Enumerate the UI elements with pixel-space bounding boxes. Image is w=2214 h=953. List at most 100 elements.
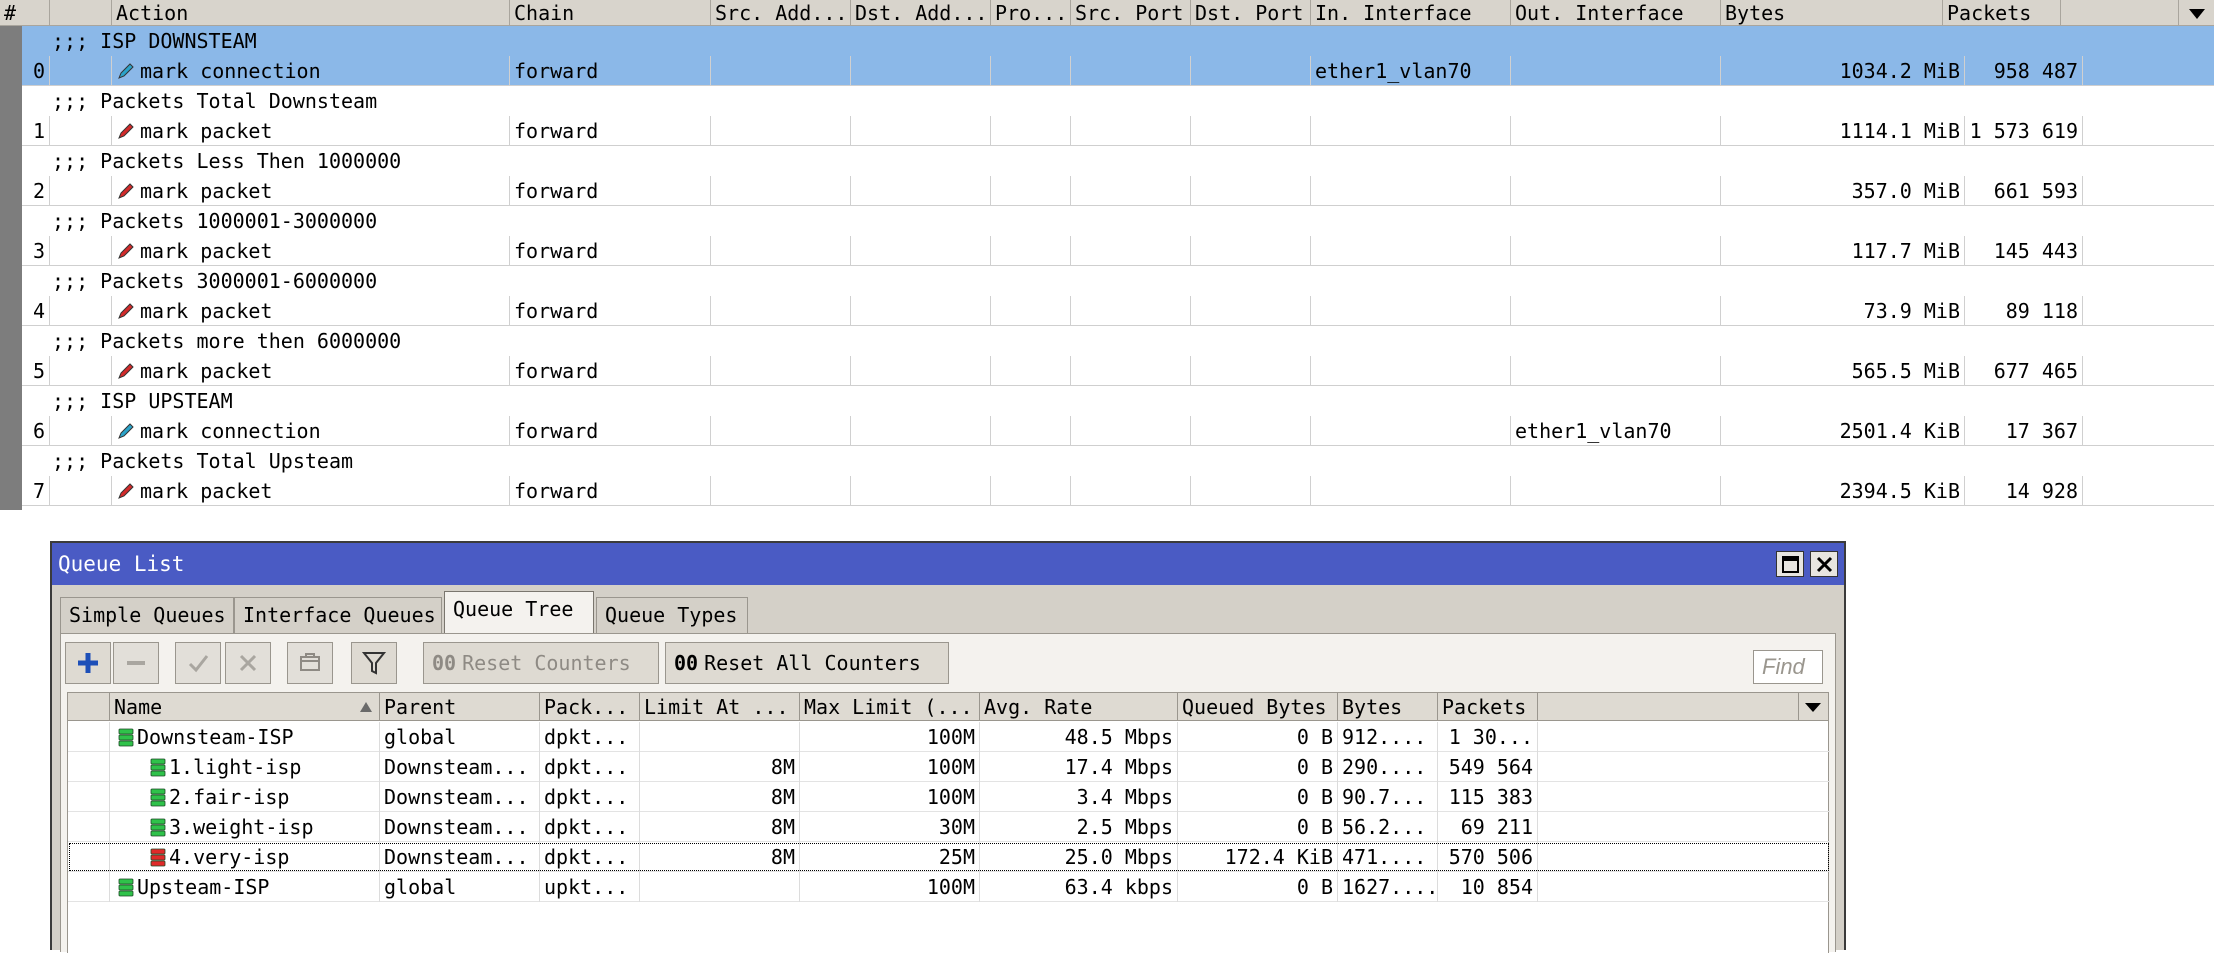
cell-packet-marks: upkt... (540, 872, 640, 902)
table-row[interactable]: 0 mark connection forward ether1_vlan70 1034… (22, 56, 2214, 86)
comment-row[interactable]: ;;; Packets Less Then 1000000 (22, 146, 2214, 176)
column-chooser-dropdown[interactable] (2178, 0, 2214, 26)
cell-protocol (991, 176, 1071, 206)
cell-limit-at: 8M (640, 812, 800, 842)
table-row[interactable]: 1.light-isp Downsteam... dpkt... 8M 100M 17.4… (68, 752, 1830, 782)
cell-queued-bytes: 0 B (1178, 752, 1338, 782)
add-button[interactable] (65, 642, 111, 684)
table-row[interactable]: 5 mark packet forward 565.5 MiB 677 465 (22, 356, 2214, 386)
col-header-protocol[interactable]: Pro... (991, 0, 1071, 26)
col-header-dst-port[interactable]: Dst. Port (1191, 0, 1311, 26)
col-header-chain[interactable]: Chain (510, 0, 711, 26)
cell-dst-address (851, 176, 991, 206)
tab-queue-tree[interactable]: Queue Tree (444, 591, 594, 633)
cell-limit-at: 8M (640, 752, 800, 782)
tab-simple-queues[interactable]: Simple Queues (60, 597, 234, 633)
cell-avg-rate: 25.0 Mbps (980, 842, 1178, 872)
cell-chain: forward (510, 236, 711, 266)
comment-row[interactable]: ;;; ISP DOWNSTEAM (22, 26, 2214, 56)
table-row[interactable]: 4 mark packet forward 73.9 MiB 89 118 (22, 296, 2214, 326)
comment-button[interactable] (287, 642, 333, 684)
col-header-avg-rate[interactable]: Avg. Rate (980, 693, 1178, 721)
col-header-packets[interactable]: Packets (1943, 0, 2061, 26)
col-header-parent[interactable]: Parent (380, 693, 540, 721)
col-header-action[interactable]: Action (112, 0, 510, 26)
col-header-queued-bytes[interactable]: Queued Bytes (1178, 693, 1338, 721)
cell-protocol (991, 56, 1071, 86)
close-button[interactable] (1810, 551, 1838, 577)
cell-chain: forward (510, 56, 711, 86)
window-edge (0, 26, 22, 510)
queue-tree-panel: 00 Reset Counters 00 Reset All Counters Fi… (60, 633, 1836, 953)
table-row[interactable]: 1 mark packet forward 1114.1 MiB 1 573 619 (22, 116, 2214, 146)
cell-chain: forward (510, 476, 711, 506)
col-header-bytes[interactable]: Bytes (1721, 0, 1943, 26)
col-header-src-port[interactable]: Src. Port (1071, 0, 1191, 26)
cell-out-interface (1511, 236, 1721, 266)
col-header-in-interface[interactable]: In. Interface (1311, 0, 1511, 26)
window-title-bar[interactable]: Queue List (52, 543, 1844, 585)
table-row[interactable]: 2 mark packet forward 357.0 MiB 661 593 (22, 176, 2214, 206)
table-row[interactable]: 3.weight-isp Downsteam... dpkt... 8M 30M 2.5 … (68, 812, 1830, 842)
cell-packet-marks: dpkt... (540, 842, 640, 872)
enable-button[interactable] (175, 642, 221, 684)
cell-action: mark packet (112, 176, 510, 206)
cell-in-interface (1311, 356, 1511, 386)
cell-in-interface (1311, 416, 1511, 446)
comment-row[interactable]: ;;; Packets 1000001-3000000 (22, 206, 2214, 236)
table-row[interactable]: Upsteam-ISP global upkt... 100M 63.4 kbps 0 B… (68, 872, 1830, 902)
maximize-button[interactable] (1776, 551, 1804, 577)
col-header-max-limit[interactable]: Max Limit (... (800, 693, 980, 721)
disable-button[interactable] (225, 642, 271, 684)
rule-comment: ;;; Packets Total Upsteam (52, 449, 354, 473)
table-row[interactable]: 7 mark packet forward 2394.5 KiB 14 928 (22, 476, 2214, 506)
table-row[interactable]: 3 mark packet forward 117.7 MiB 145 443 (22, 236, 2214, 266)
cell-out-interface (1511, 356, 1721, 386)
col-header-name[interactable]: Name (110, 693, 380, 721)
cell-protocol (991, 116, 1071, 146)
remove-button[interactable] (113, 642, 159, 684)
column-chooser-dropdown[interactable] (1798, 693, 1828, 721)
col-header-packet-marks[interactable]: Pack... (540, 693, 640, 721)
mangle-table-header: # Action Chain Src. Add... Dst. Add... P… (0, 0, 2214, 26)
cell-chain: forward (510, 296, 711, 326)
table-row[interactable]: Downsteam-ISP global dpkt... 100M 48.5 Mbps 0… (68, 722, 1830, 752)
tab-queue-types[interactable]: Queue Types (596, 597, 748, 633)
queue-name: 1.light-isp (169, 755, 302, 779)
col-header-dst-address[interactable]: Dst. Add... (851, 0, 991, 26)
table-row[interactable]: 6 mark connection forward ether1_vlan70 2501… (22, 416, 2214, 446)
rule-comment: ;;; Packets more then 6000000 (52, 329, 402, 353)
cell-flags (50, 476, 112, 506)
comment-row[interactable]: ;;; Packets 3000001-6000000 (22, 266, 2214, 296)
col-header-bytes[interactable]: Bytes (1338, 693, 1438, 721)
cell-bytes: 471.... (1338, 842, 1438, 872)
col-header-flags[interactable] (68, 693, 110, 721)
comment-row[interactable]: ;;; Packets Total Upsteam (22, 446, 2214, 476)
cell-dst-address (851, 56, 991, 86)
table-row[interactable]: 2.fair-isp Downsteam... dpkt... 8M 100M 3.4 M… (68, 782, 1830, 812)
chevron-down-icon (1805, 703, 1821, 712)
col-header-flags[interactable] (50, 0, 112, 26)
comment-row[interactable]: ;;; Packets more then 6000000 (22, 326, 2214, 356)
tab-interface-queues[interactable]: Interface Queues (234, 597, 442, 633)
cell-protocol (991, 416, 1071, 446)
cell-number: 4 (22, 296, 50, 326)
comment-row[interactable]: ;;; ISP UPSTEAM (22, 386, 2214, 416)
reset-all-counters-button[interactable]: 00 Reset All Counters (665, 642, 949, 684)
col-header-src-address[interactable]: Src. Add... (711, 0, 851, 26)
filter-icon (361, 652, 387, 675)
cell-chain: forward (510, 356, 711, 386)
col-header-packets[interactable]: Packets (1438, 693, 1538, 721)
col-header-number[interactable]: # (0, 0, 50, 26)
col-header-out-interface[interactable]: Out. Interface (1511, 0, 1721, 26)
col-header-limit-at[interactable]: Limit At ... (640, 693, 800, 721)
filter-button[interactable] (351, 642, 397, 684)
cell-number: 2 (22, 176, 50, 206)
find-input[interactable]: Find (1753, 650, 1823, 684)
table-row[interactable]: 4.very-isp Downsteam... dpkt... 8M 25M 25.0 M… (68, 842, 1830, 872)
reset-all-counters-label: Reset All Counters (704, 651, 921, 675)
action-label: mark packet (140, 179, 273, 203)
comment-row[interactable]: ;;; Packets Total Downsteam (22, 86, 2214, 116)
cell-bytes: 1627.... (1338, 872, 1438, 902)
reset-counters-button[interactable]: 00 Reset Counters (423, 642, 659, 684)
